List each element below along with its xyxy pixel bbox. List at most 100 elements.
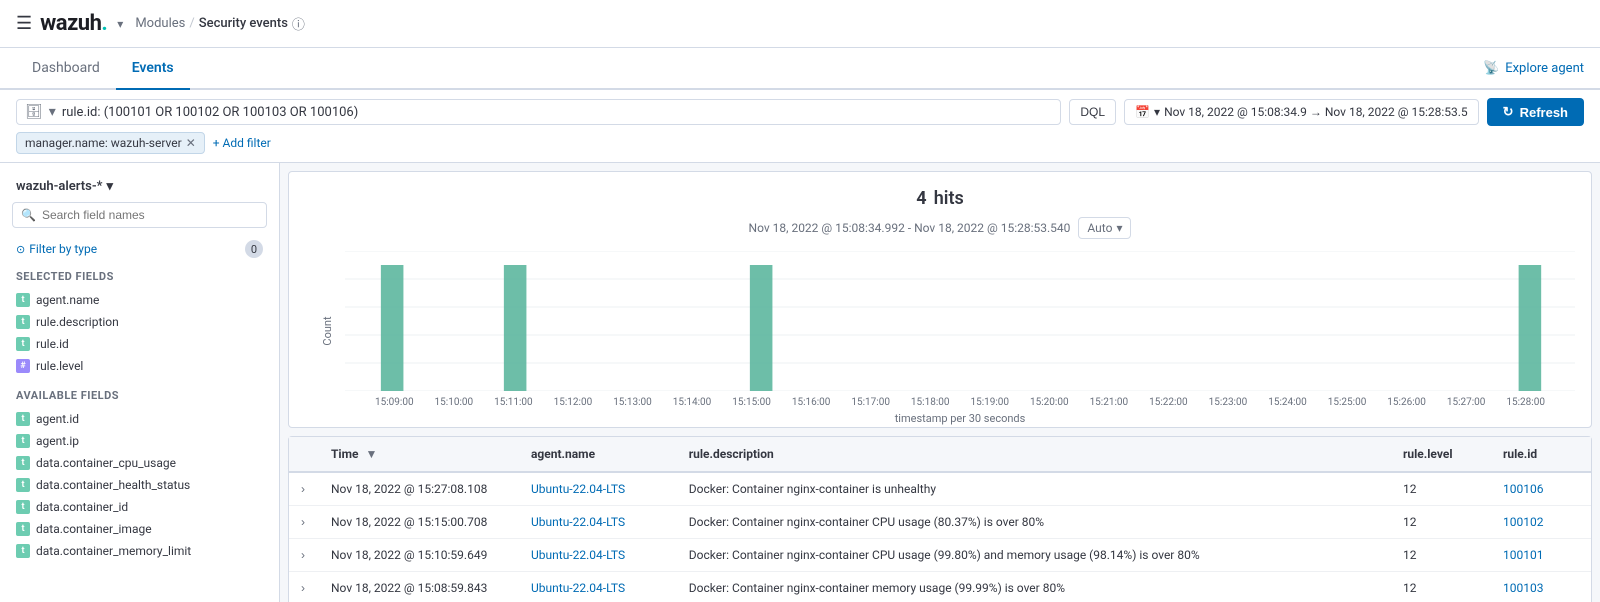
selected-field-item[interactable]: trule.description <box>16 311 263 333</box>
filter-bar: 🗄 ▾ rule.id: (100101 OR 100102 OR 100103… <box>0 90 1600 163</box>
field-name: rule.id <box>36 337 69 351</box>
x-tick-label: 15:24:00 <box>1268 397 1307 408</box>
sidebar-search-icon: 🔍 <box>21 208 36 222</box>
chart-date-range: Nov 18, 2022 @ 15:08:34.992 - Nov 18, 20… <box>749 221 1071 235</box>
row-expand-button[interactable]: › <box>301 581 305 595</box>
query-text: rule.id: (100101 OR 100102 OR 100103 OR … <box>62 105 1053 120</box>
tabs-left: Dashboard Events <box>16 48 190 88</box>
search-field-input[interactable] <box>42 208 258 222</box>
chart-panel: 4 hits Nov 18, 2022 @ 15:08:34.992 - Nov… <box>288 171 1592 428</box>
field-name: data.container_memory_limit <box>36 544 191 558</box>
tab-events[interactable]: Events <box>116 48 190 90</box>
hits-count: 4 <box>916 188 926 209</box>
available-field-item[interactable]: tdata.container_id <box>16 496 263 518</box>
col-expand <box>289 437 319 472</box>
x-tick-label: 15:18:00 <box>911 397 950 408</box>
date-range-picker[interactable]: 📅 ▾ Nov 18, 2022 @ 15:08:34.9 → Nov 18, … <box>1124 99 1479 125</box>
chart-container: Count 0 0.2 0.4 0.6 0.8 1 <box>305 251 1575 411</box>
rule-id-link[interactable]: 100106 <box>1503 482 1543 496</box>
selected-field-item[interactable]: # rule.level <box>16 355 263 377</box>
field-name: agent.ip <box>36 434 79 448</box>
sidebar-index-caret[interactable]: ▾ <box>106 179 113 194</box>
row-expand-button[interactable]: › <box>301 515 305 529</box>
field-type-badge: t <box>16 337 30 351</box>
available-field-item[interactable]: tagent.id <box>16 408 263 430</box>
rule-id-link[interactable]: 100102 <box>1503 515 1543 529</box>
hamburger-icon[interactable]: ☰ <box>16 13 32 34</box>
logo-caret-icon[interactable]: ▾ <box>117 17 123 31</box>
row-rule-level: 12 <box>1391 506 1491 539</box>
x-tick-label: 15:17:00 <box>851 397 890 408</box>
x-tick-label: 15:28:00 <box>1506 397 1545 408</box>
selected-field-item[interactable]: tagent.name <box>16 289 263 311</box>
explore-agent-icon: 📡 <box>1483 61 1499 76</box>
x-tick-label: 15:16:00 <box>792 397 831 408</box>
row-expand-button[interactable]: › <box>301 548 305 562</box>
auto-interval-select[interactable]: Auto ▾ <box>1078 217 1131 239</box>
calendar-icon: 📅 <box>1135 105 1150 119</box>
selected-fields-section: Selected fields tagent.nametrule.descrip… <box>0 262 279 381</box>
filter-type-icon: ⊙ <box>16 243 25 256</box>
date-range-text: Nov 18, 2022 @ 15:08:34.9 → Nov 18, 2022… <box>1164 105 1468 119</box>
row-time: Nov 18, 2022 @ 15:10:59.649 <box>319 539 519 572</box>
field-name: rule.level <box>36 359 83 373</box>
page-tabs: Dashboard Events 📡 Explore agent <box>0 48 1600 90</box>
col-time[interactable]: Time ▼ <box>319 437 519 472</box>
field-type-badge: t <box>16 500 30 514</box>
x-tick-label: 15:14:00 <box>673 397 712 408</box>
sidebar-index[interactable]: wazuh-alerts-* ▾ <box>0 175 279 202</box>
row-expand-button[interactable]: › <box>301 482 305 496</box>
add-filter-label: + Add filter <box>213 136 271 150</box>
x-tick-label: 15:13:00 <box>613 397 652 408</box>
add-filter-button[interactable]: + Add filter <box>213 136 271 150</box>
row-rule-level: 12 <box>1391 539 1491 572</box>
col-rule-id[interactable]: rule.id <box>1491 437 1591 472</box>
row-expand-cell: › <box>289 472 319 506</box>
filter-tag-close-icon[interactable]: ✕ <box>186 136 196 150</box>
x-tick-label: 15:23:00 <box>1209 397 1248 408</box>
agent-name-link[interactable]: Ubuntu-22.04-LTS <box>531 581 625 595</box>
query-dropdown-icon[interactable]: ▾ <box>49 104 56 120</box>
info-icon[interactable]: ⓘ <box>292 14 305 33</box>
available-fields-section: Available fields tagent.idtagent.iptdata… <box>0 381 279 566</box>
refresh-button[interactable]: ↻ Refresh <box>1487 98 1584 126</box>
rule-id-link[interactable]: 100101 <box>1503 548 1543 562</box>
agent-name-link[interactable]: Ubuntu-22.04-LTS <box>531 515 625 529</box>
col-agent-name[interactable]: agent.name <box>519 437 677 472</box>
tab-dashboard[interactable]: Dashboard <box>16 48 116 90</box>
row-agent-name: Ubuntu-22.04-LTS <box>519 506 677 539</box>
col-rule-level[interactable]: rule.level <box>1391 437 1491 472</box>
chart-x-axis: 15:09:0015:10:0015:11:0015:12:0015:13:00… <box>345 395 1575 408</box>
query-save-icon: 🗄 <box>25 104 43 120</box>
agent-name-link[interactable]: Ubuntu-22.04-LTS <box>531 482 625 496</box>
available-field-item[interactable]: tagent.ip <box>16 430 263 452</box>
sidebar-search-box[interactable]: 🔍 <box>12 202 267 228</box>
available-field-item[interactable]: tdata.container_health_status <box>16 474 263 496</box>
available-field-item[interactable]: tdata.container_cpu_usage <box>16 452 263 474</box>
sort-arrow-icon: ▼ <box>365 447 377 461</box>
field-type-badge: # <box>16 359 30 373</box>
available-field-item[interactable]: tdata.container_image <box>16 518 263 540</box>
agent-name-link[interactable]: Ubuntu-22.04-LTS <box>531 548 625 562</box>
rule-id-link[interactable]: 100103 <box>1503 581 1543 595</box>
available-field-item[interactable]: tdata.container_memory_limit <box>16 540 263 562</box>
x-tick-label: 15:20:00 <box>1030 397 1069 408</box>
x-tick-label: 15:22:00 <box>1149 397 1188 408</box>
dql-button[interactable]: DQL <box>1069 99 1116 125</box>
filter-row-primary: 🗄 ▾ rule.id: (100101 OR 100102 OR 100103… <box>16 98 1584 126</box>
filter-by-type-button[interactable]: ⊙ Filter by type 0 <box>0 236 279 262</box>
selected-field-item[interactable]: t rule.id <box>16 333 263 355</box>
col-rule-description[interactable]: rule.description <box>677 437 1391 472</box>
histogram-chart: 0 0.2 0.4 0.6 0.8 1 <box>345 251 1575 391</box>
filter-tag-text: manager.name: wazuh-server <box>25 136 182 150</box>
row-expand-cell: › <box>289 506 319 539</box>
explore-agent-button[interactable]: 📡 Explore agent <box>1483 61 1584 76</box>
x-tick-label: 15:12:00 <box>554 397 593 408</box>
field-type-badge: t <box>16 412 30 426</box>
breadcrumb: Modules / Security events ⓘ <box>135 14 305 33</box>
row-expand-cell: › <box>289 572 319 602</box>
breadcrumb-modules[interactable]: Modules <box>135 16 185 31</box>
active-filter-tag[interactable]: manager.name: wazuh-server ✕ <box>16 132 205 154</box>
row-expand-cell: › <box>289 539 319 572</box>
query-input-box[interactable]: 🗄 ▾ rule.id: (100101 OR 100102 OR 100103… <box>16 99 1061 125</box>
